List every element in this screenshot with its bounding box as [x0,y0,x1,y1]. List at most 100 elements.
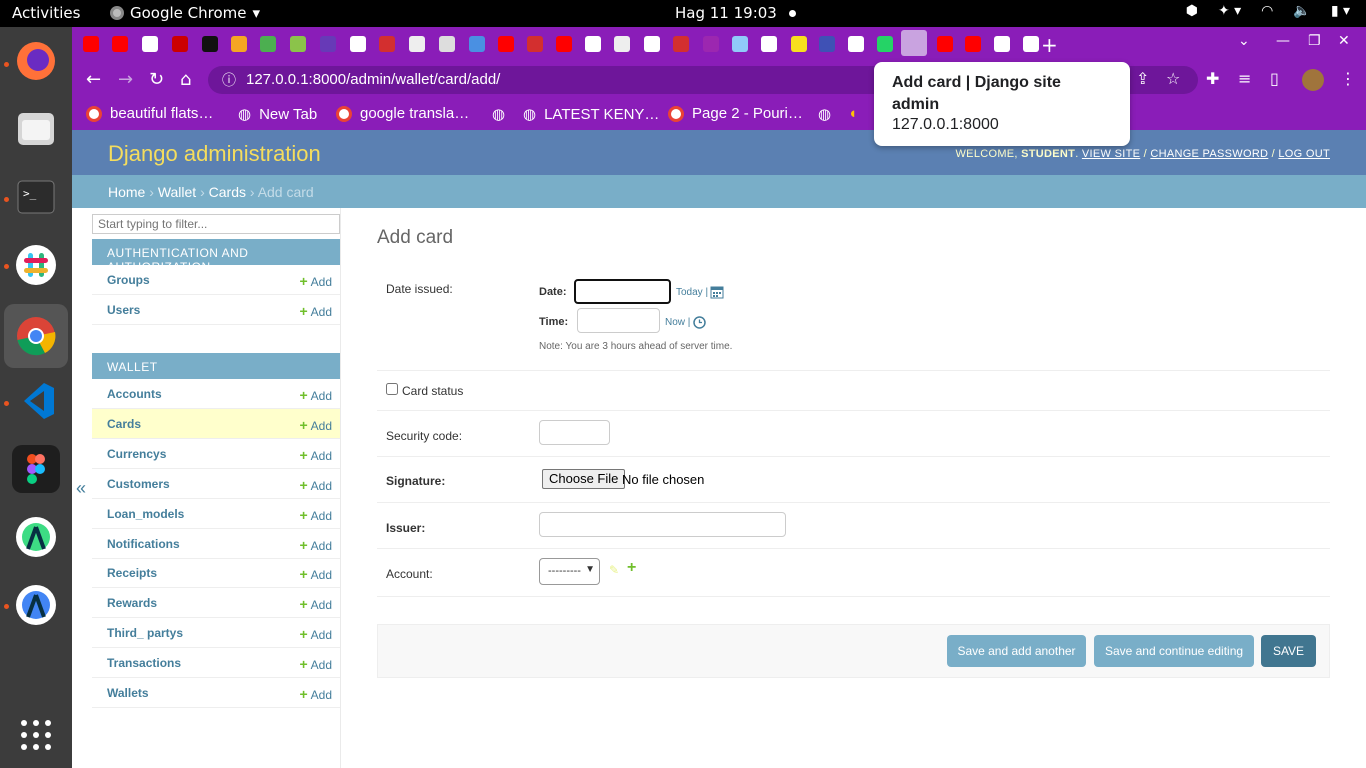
bookmark-item[interactable]: ◍ LATEST KENY… [523,105,659,124]
card-status-checkbox[interactable] [386,383,398,395]
sidebar-toggle-button[interactable]: « [76,478,86,499]
maximize-icon[interactable]: ❐ [1308,33,1321,49]
breadcrumb-model[interactable]: Cards [209,184,246,200]
view-site-link[interactable]: VIEW SITE [1082,148,1140,160]
model-link[interactable]: Currencys [107,447,166,461]
site-info-icon[interactable]: ⓘ [222,70,236,90]
add-model-link[interactable]: + Add [299,447,332,463]
add-model-link[interactable]: + Add [299,417,332,433]
tab-favicon-icon[interactable] [83,36,99,52]
tab-favicon-icon[interactable] [644,36,660,52]
tab-favicon-icon[interactable] [819,36,835,52]
tab-favicon-icon[interactable] [994,36,1010,52]
time-input[interactable] [577,308,660,333]
tab-favicon-icon[interactable] [112,36,128,52]
menu-icon[interactable]: ⋮ [1340,69,1356,88]
model-link[interactable]: Receipts [107,566,157,580]
extensions-icon[interactable]: ✚ [1206,69,1219,88]
model-link[interactable]: Customers [107,477,170,491]
figma-icon[interactable] [12,445,60,493]
model-link[interactable]: Wallets [107,686,149,700]
app-menu[interactable]: Google Chrome ▾ [110,4,260,22]
add-model-link[interactable]: + Add [299,656,332,672]
sidebar-item-customers[interactable]: Customers + Add [92,469,340,499]
share-icon[interactable]: ⇪ [1136,69,1149,88]
tab-favicon-icon[interactable] [260,36,276,52]
security-code-input[interactable] [539,420,610,445]
tab-favicon-icon[interactable] [761,36,777,52]
new-tab-icon[interactable]: + [1041,33,1058,57]
tab-favicon-icon[interactable] [320,36,336,52]
active-tab-close-icon[interactable] [901,30,927,56]
account-select[interactable]: --------- ▼ [539,558,600,585]
tab-favicon-icon[interactable] [791,36,807,52]
tab-favicon-icon[interactable] [585,36,601,52]
sidebar-item-groups[interactable]: Groups + Add [92,265,340,295]
tab-favicon-icon[interactable] [498,36,514,52]
tab-favicon-icon[interactable] [469,36,485,52]
tab-favicon-icon[interactable] [877,36,893,52]
bookmark-item[interactable]: ◍ New Tab [238,105,317,124]
bookmark-item[interactable]: beautiful flats… [86,105,213,122]
module-caption-wallet[interactable]: WALLET [92,353,340,379]
add-model-link[interactable]: + Add [299,566,332,582]
save-and-add-another-button[interactable]: Save and add another [947,635,1086,667]
edit-related-icon[interactable]: ✎ [609,563,619,577]
change-password-link[interactable]: CHANGE PASSWORD [1150,148,1268,160]
module-caption-auth[interactable]: AUTHENTICATION AND AUTHORIZATION [92,239,340,274]
bookmark-item[interactable]: ◍ [818,105,831,123]
sidebar-item-accounts[interactable]: Accounts + Add [92,379,340,409]
reload-icon[interactable]: ↻ [149,69,164,90]
add-model-link[interactable]: + Add [299,303,332,319]
tab-favicon-icon[interactable] [732,36,748,52]
add-related-icon[interactable]: + [627,559,636,577]
terminal-icon[interactable]: >_ [12,173,60,221]
tab-favicon-icon[interactable] [673,36,689,52]
model-link[interactable]: Notifications [107,537,180,551]
tab-favicon-icon[interactable] [172,36,188,52]
sidebar-item-transactions[interactable]: Transactions + Add [92,648,340,679]
sidebar-item-rewards[interactable]: Rewards + Add [92,588,340,619]
save-button[interactable]: SAVE [1261,635,1316,667]
sidebar-item-receipts[interactable]: Receipts + Add [92,558,340,589]
android-studio-icon[interactable] [12,513,60,561]
android-studio-icon[interactable] [12,581,60,629]
vscode-icon[interactable] [12,377,60,425]
chrome-dock-icon[interactable] [4,304,68,368]
tab-favicon-icon[interactable] [527,36,543,52]
close-window-icon[interactable]: ✕ [1338,33,1350,49]
model-link[interactable]: Groups [107,273,150,287]
tab-favicon-icon[interactable] [848,36,864,52]
nav-filter-input[interactable] [92,214,340,234]
add-model-link[interactable]: + Add [299,507,332,523]
tab-favicon-icon[interactable] [965,36,981,52]
breadcrumb-home[interactable]: Home [108,184,145,200]
tab-favicon-icon[interactable] [231,36,247,52]
bookmark-item[interactable]: Page 2 - Pouri… [668,105,803,122]
bookmark-item[interactable]: google transla… [336,105,469,122]
tab-favicon-icon[interactable] [439,36,455,52]
add-model-link[interactable]: + Add [299,477,332,493]
add-model-link[interactable]: + Add [299,596,332,612]
add-model-link[interactable]: + Add [299,626,332,642]
sidebar-item-third-partys[interactable]: Third_ partys + Add [92,618,340,649]
bookmark-star-icon[interactable]: ☆ [1166,69,1180,88]
clock-icon[interactable] [693,316,706,329]
sidebar-item-loan-models[interactable]: Loan_models + Add [92,499,340,529]
model-link[interactable]: Accounts [107,387,162,401]
minimize-icon[interactable]: — [1276,33,1290,49]
tab-search-icon[interactable]: ⌄ [1238,33,1250,49]
model-link[interactable]: Third_ partys [107,626,183,640]
sidebar-item-wallets[interactable]: Wallets + Add [92,678,340,708]
system-tray[interactable]: ⬢ ✦ ▾ ◠ 🔈 ▮ ▾ [1186,3,1350,19]
forward-icon[interactable]: → [118,69,133,90]
tab-favicon-icon[interactable] [556,36,572,52]
calendar-icon[interactable] [710,285,724,299]
bookmark-item[interactable]: ◍ [492,105,505,123]
model-link[interactable]: Users [107,303,140,317]
site-branding[interactable]: Django administration [108,141,321,167]
activities-button[interactable]: Activities [12,4,80,22]
media-icon[interactable]: ≡ [1238,69,1251,88]
sidebar-item-notifications[interactable]: Notifications + Add [92,529,340,559]
tab-favicon-icon[interactable] [703,36,719,52]
